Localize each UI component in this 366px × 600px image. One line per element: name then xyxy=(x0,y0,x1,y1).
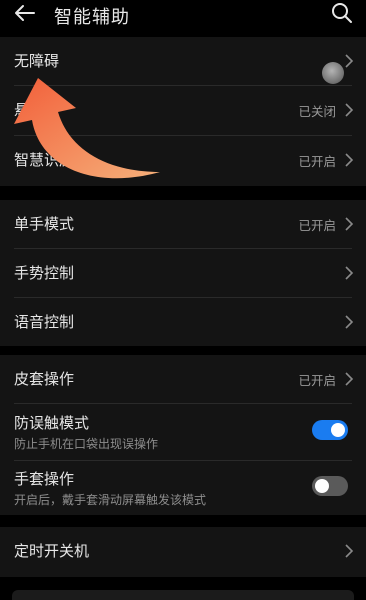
search-icon xyxy=(332,3,352,23)
pocket-mode-toggle[interactable] xyxy=(312,420,348,440)
glove-mode-toggle[interactable] xyxy=(312,476,348,496)
settings-group-control: 单手模式 已开启 手势控制 语音控制 xyxy=(0,200,366,346)
divider xyxy=(14,460,352,461)
chevron-right-icon xyxy=(345,372,354,386)
setting-label: 手势控制 xyxy=(14,264,75,282)
settings-group-touch: 皮套操作 已开启 防误触模式 防止手机在口袋出现误操作 手套操作 开启后，戴手套… xyxy=(0,355,366,515)
chevron-right-icon xyxy=(345,54,354,68)
setting-row-floating[interactable]: 悬 已关闭 xyxy=(0,86,366,134)
setting-label: 无障碍 xyxy=(14,52,60,70)
chevron-right-icon xyxy=(345,217,354,231)
chevron-right-icon xyxy=(345,315,354,329)
setting-label: 智慧识屏 xyxy=(14,151,75,169)
setting-label: 单手模式 xyxy=(14,215,75,233)
chevron-right-icon xyxy=(345,153,354,167)
setting-description: 开启后，戴手套滑动屏幕触发该模式 xyxy=(14,493,207,507)
status-text: 已开启 xyxy=(298,373,336,388)
setting-row-glove-mode[interactable]: 手套操作 开启后，戴手套滑动屏幕触发该模式 xyxy=(0,463,366,515)
toggle-knob xyxy=(315,479,329,493)
status-text: 已关闭 xyxy=(298,104,336,119)
chevron-right-icon xyxy=(345,266,354,280)
setting-description: 防止手机在口袋出现误操作 xyxy=(14,437,159,451)
setting-row-pocket-mode[interactable]: 防误触模式 防止手机在口袋出现误操作 xyxy=(0,407,366,459)
setting-label: 防误触模式 xyxy=(14,414,90,432)
settings-group-schedule: 定时开关机 xyxy=(0,527,366,577)
status-text: 已开启 xyxy=(298,218,336,233)
setting-label: 皮套操作 xyxy=(14,370,75,388)
chevron-right-icon xyxy=(345,544,354,558)
setting-row-one-hand[interactable]: 单手模式 已开启 xyxy=(0,200,366,248)
setting-row-scheduled-power[interactable]: 定时开关机 xyxy=(0,527,366,575)
setting-label: 定时开关机 xyxy=(14,542,90,560)
setting-label: 语音控制 xyxy=(14,313,75,331)
search-button[interactable] xyxy=(328,0,356,28)
chevron-right-icon xyxy=(345,103,354,117)
arrow-left-icon xyxy=(15,5,35,21)
status-text: 已开启 xyxy=(298,154,336,169)
setting-label: 手套操作 xyxy=(14,470,75,488)
toggle-knob xyxy=(331,423,345,437)
setting-row-cover[interactable]: 皮套操作 已开启 xyxy=(0,355,366,403)
back-button[interactable] xyxy=(8,0,42,28)
settings-group-accessibility: 无障碍 悬 已关闭 智慧识屏 已开启 xyxy=(0,37,366,186)
app-header: 智能辅助 xyxy=(0,0,366,34)
setting-row-gesture[interactable]: 手势控制 xyxy=(0,249,366,297)
page-title: 智能辅助 xyxy=(54,7,130,28)
next-group-edge xyxy=(12,590,354,600)
setting-label: 悬 xyxy=(14,101,30,119)
setting-row-voice[interactable]: 语音控制 xyxy=(0,298,366,346)
floating-navigation-dot[interactable] xyxy=(322,62,344,84)
setting-row-smart-screen[interactable]: 智慧识屏 已开启 xyxy=(0,136,366,184)
setting-row-accessibility[interactable]: 无障碍 xyxy=(0,37,366,85)
divider xyxy=(14,403,352,404)
